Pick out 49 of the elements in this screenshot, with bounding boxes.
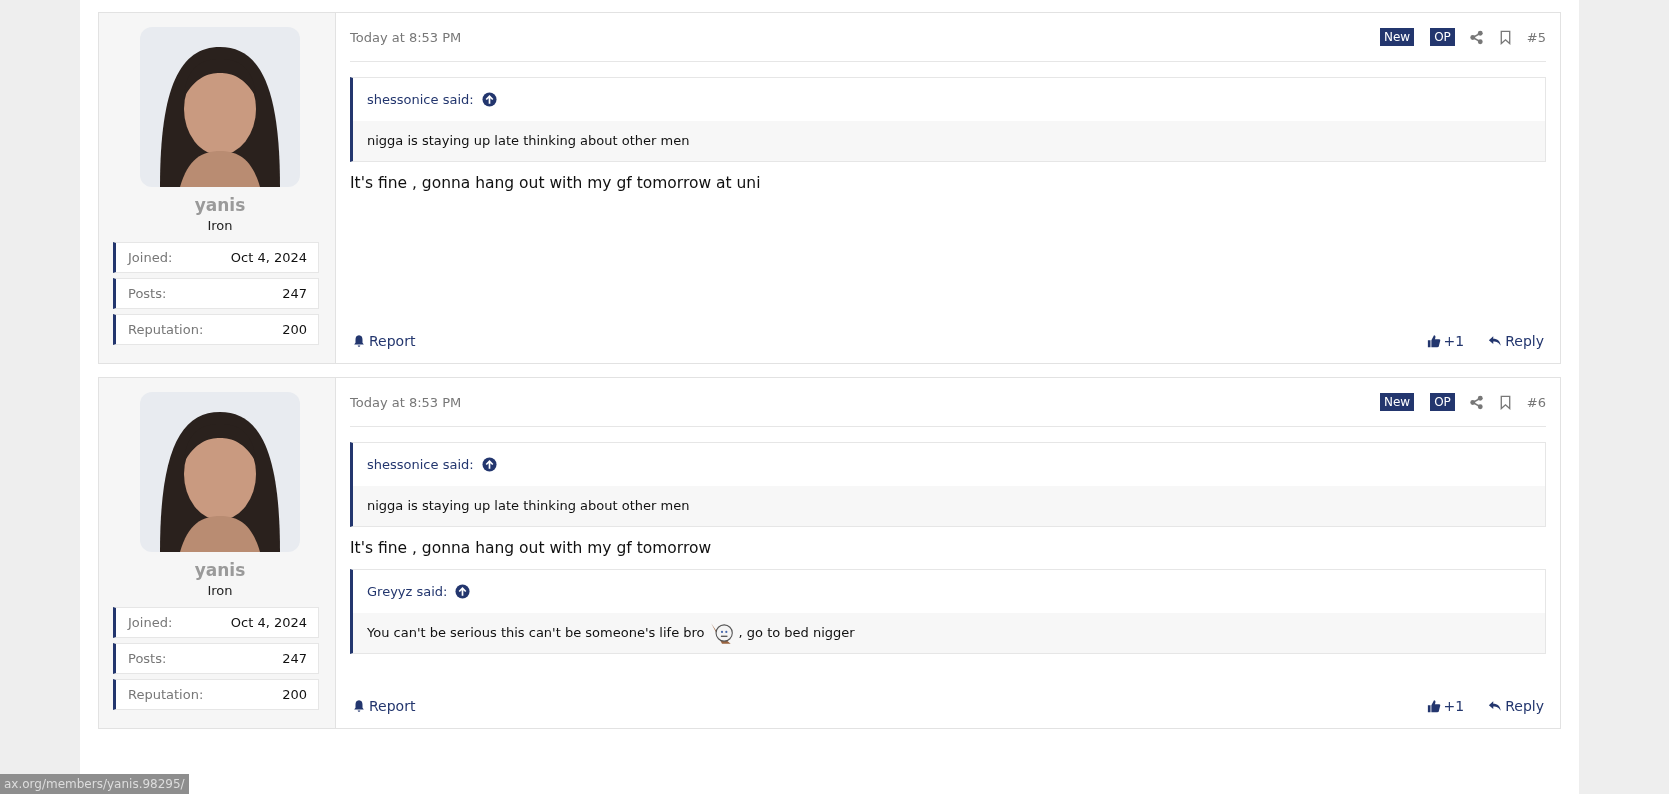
post-number[interactable]: #6	[1526, 394, 1546, 410]
stat-value: 247	[282, 286, 307, 301]
report-button[interactable]: Report	[350, 696, 418, 716]
reply-button[interactable]: Reply	[1486, 331, 1546, 351]
quote-author-link[interactable]: Greyyz said:	[367, 584, 448, 599]
reply-button[interactable]: Reply	[1486, 696, 1546, 716]
reply-arrow-icon	[1488, 699, 1503, 713]
quote-author-link[interactable]: shessonice said:	[367, 457, 474, 472]
stat-value: Oct 4, 2024	[230, 250, 307, 265]
post-badge: New	[1379, 28, 1415, 46]
post-badge: OP	[1430, 393, 1455, 411]
user-title: Iron	[207, 583, 233, 598]
quote-text: , go to bed nigger	[738, 625, 855, 640]
stat-value: 200	[282, 687, 307, 702]
arrow-up-icon[interactable]	[455, 584, 471, 599]
quote-text: nigga is staying up late thinking about other men	[367, 133, 690, 148]
reply-arrow-icon	[1488, 334, 1503, 348]
stat-label: Posts:	[128, 651, 167, 666]
share-icon[interactable]	[1468, 394, 1484, 410]
stat-label: Reputation:	[128, 322, 204, 337]
post-time[interactable]: Today at 8:53 PM	[350, 394, 462, 410]
stat-label: Reputation:	[128, 687, 204, 702]
like-button[interactable]: +1	[1424, 331, 1467, 351]
stat-label: Posts:	[128, 286, 167, 301]
post-time[interactable]: Today at 8:53 PM	[350, 29, 462, 45]
quote-text: nigga is staying up late thinking about other men	[367, 498, 690, 513]
arrow-up-icon[interactable]	[481, 92, 497, 107]
bell-icon	[352, 699, 366, 713]
status-bar-url: ax.org/members/yanis.98295/	[0, 774, 189, 794]
thumbs-up-icon	[1426, 699, 1441, 713]
post-text: It's fine , gonna hang out with my gf tomorrow at uni	[350, 174, 762, 192]
thumbs-up-icon	[1426, 334, 1441, 348]
stat-value: Oct 4, 2024	[230, 615, 307, 630]
stat-value: 247	[282, 651, 307, 666]
quote-text: You can't be serious this can't be someone's life bro	[367, 625, 705, 640]
post-badge: New	[1379, 393, 1415, 411]
stat-label: Joined:	[128, 615, 173, 630]
like-button[interactable]: +1	[1424, 696, 1467, 716]
post-number[interactable]: #5	[1526, 29, 1546, 45]
post-badge: OP	[1430, 28, 1455, 46]
bell-icon	[352, 334, 366, 348]
post-text: It's fine , gonna hang out with my gf tomorrow	[350, 539, 713, 557]
arrow-up-icon[interactable]	[481, 457, 497, 472]
stat-value: 200	[282, 322, 307, 337]
report-button[interactable]: Report	[350, 331, 418, 351]
quote-author-link[interactable]: shessonice said:	[367, 92, 474, 107]
user-title: Iron	[207, 218, 233, 233]
share-icon[interactable]	[1468, 29, 1484, 45]
stat-label: Joined:	[128, 250, 173, 265]
